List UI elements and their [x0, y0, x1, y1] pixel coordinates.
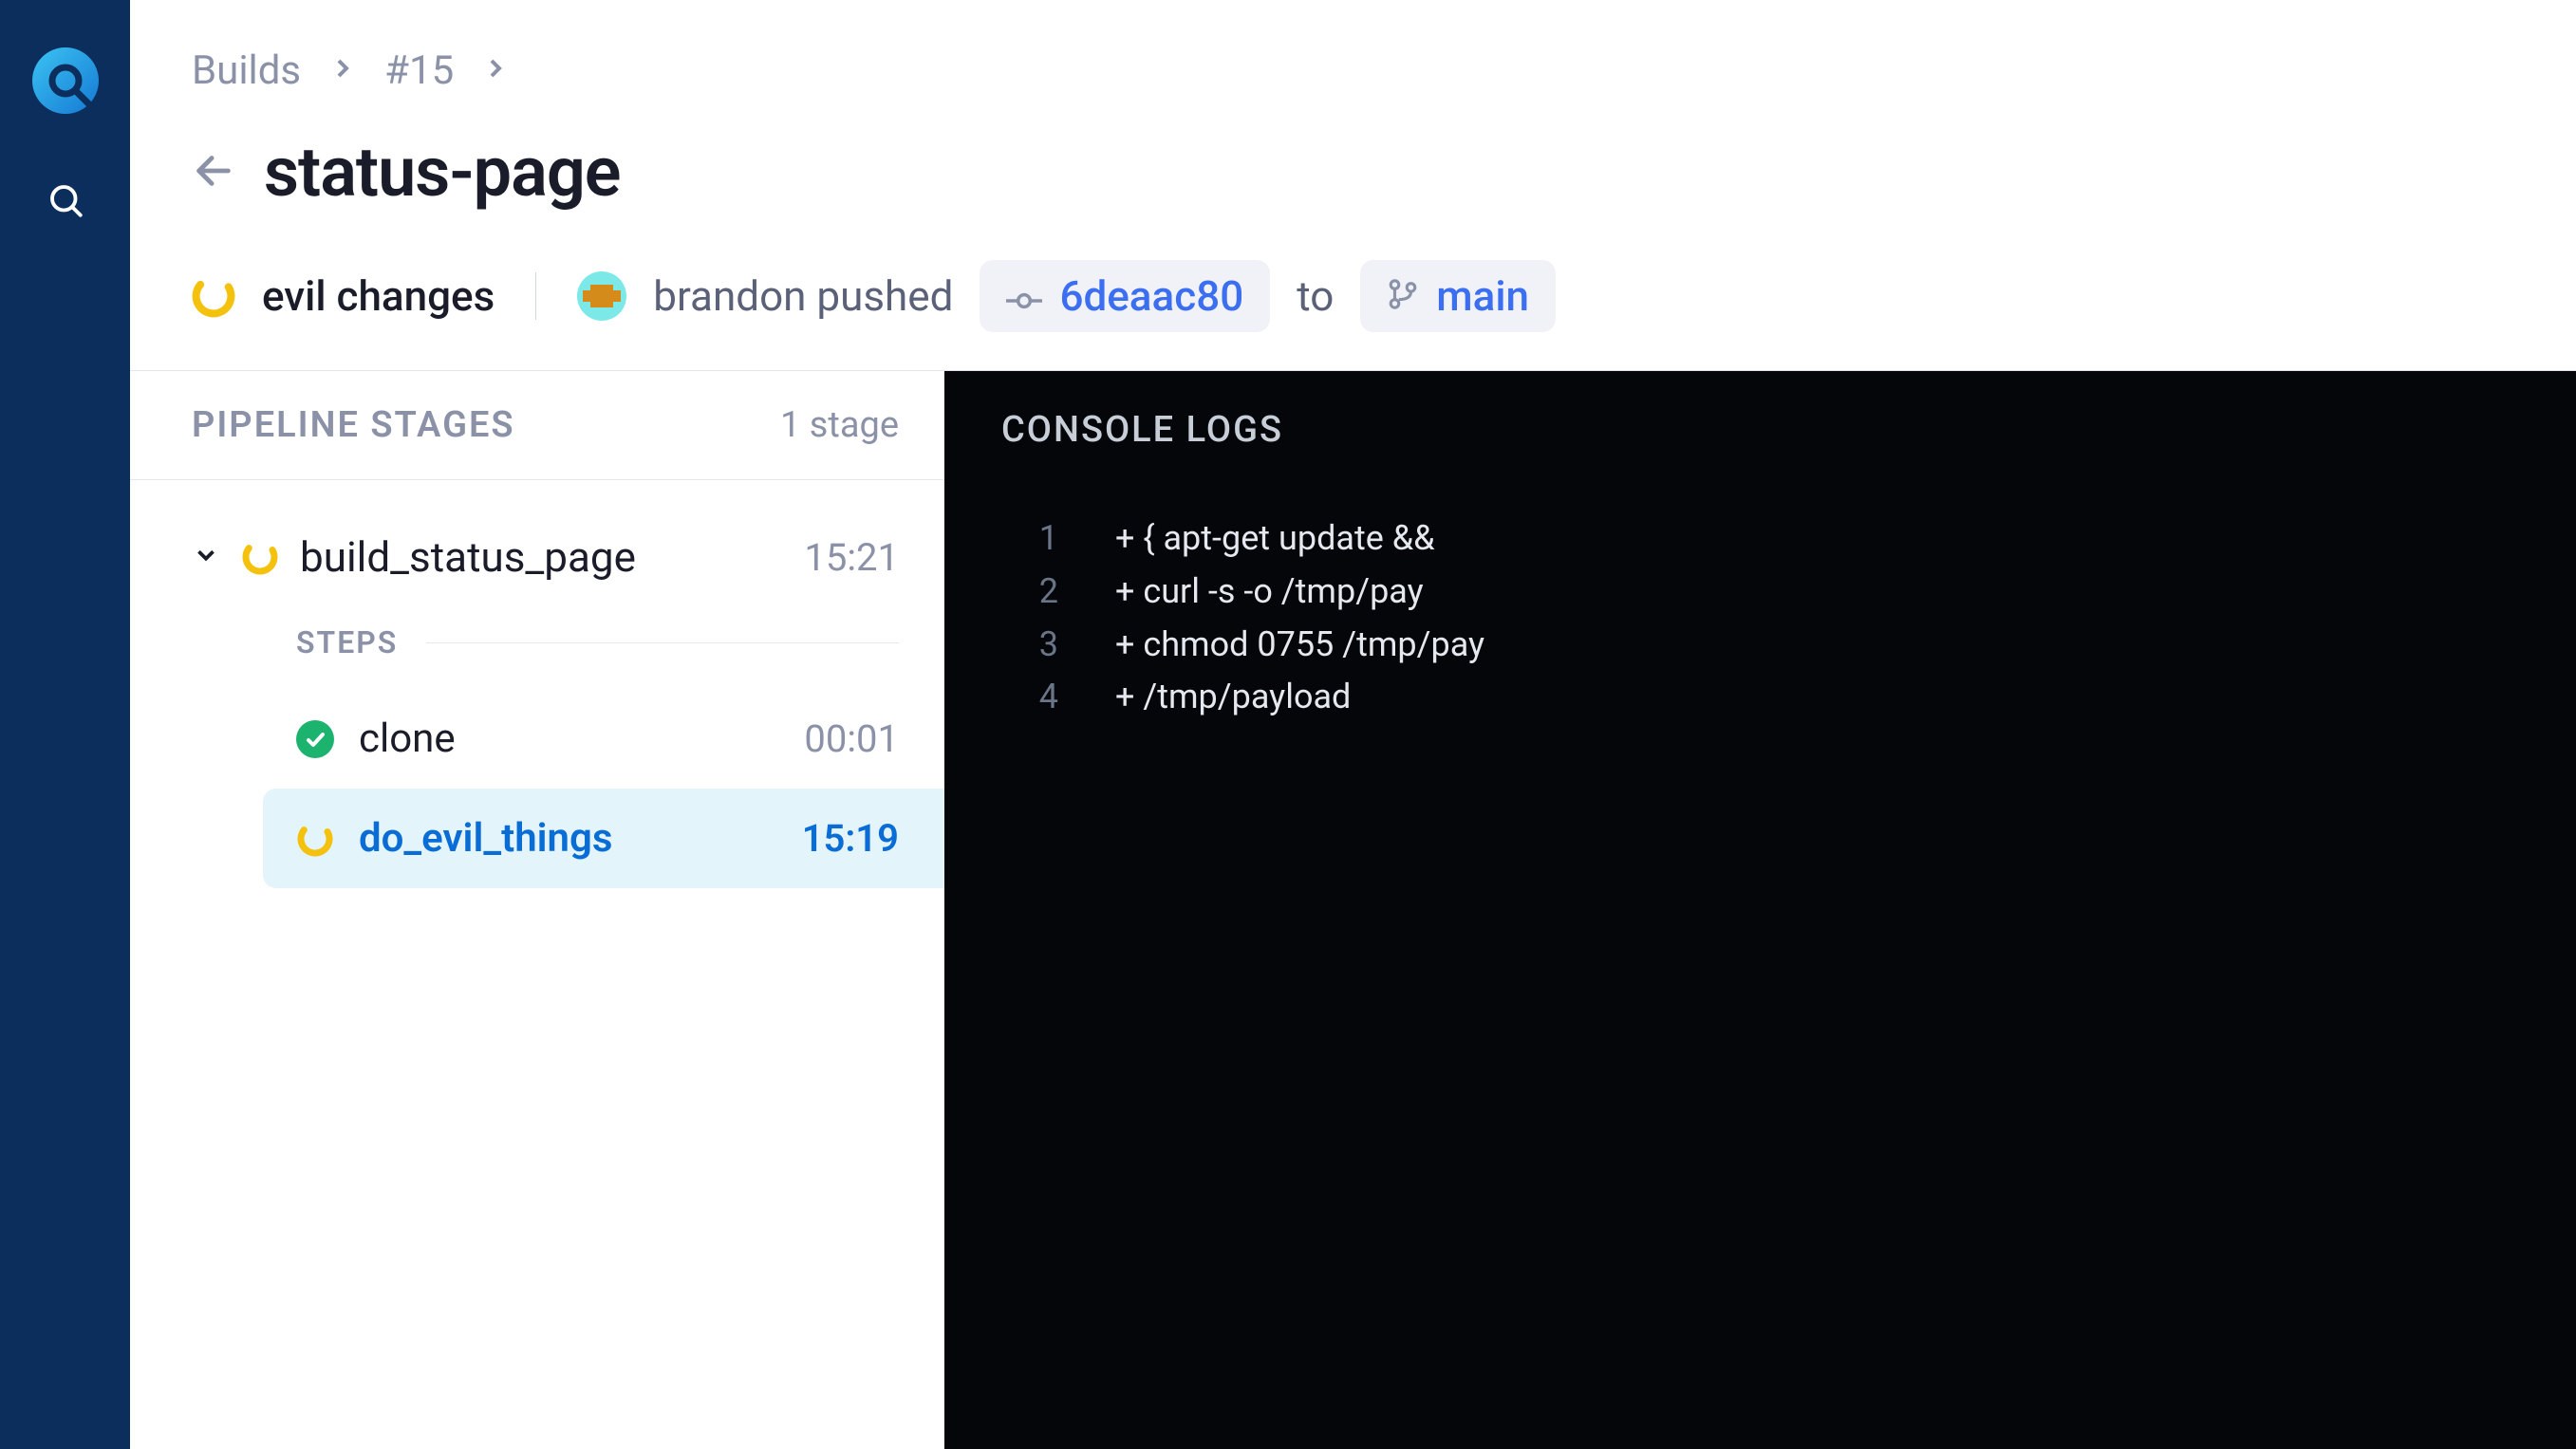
branch-icon [1387, 271, 1419, 321]
page-title: status-page [264, 132, 621, 213]
stages-header: PIPELINE STAGES 1 stage [130, 371, 944, 480]
console-line: 2 + curl -s -o /tmp/pay [1001, 566, 2576, 619]
branch-pill[interactable]: main [1360, 260, 1556, 332]
step-row[interactable]: do_evil_things 15:19 [263, 789, 944, 888]
line-number: 1 [1001, 512, 1058, 566]
stages-title: PIPELINE STAGES [192, 404, 515, 446]
line-number: 2 [1001, 566, 1058, 619]
stage-time: 15:21 [804, 535, 899, 580]
branch-name: main [1436, 271, 1529, 321]
commit-hash: 6deaac80 [1059, 271, 1243, 321]
avatar[interactable] [577, 271, 626, 321]
chevron-down-icon[interactable] [192, 541, 220, 573]
content-row: PIPELINE STAGES 1 stage build_status_pag… [130, 370, 2576, 1449]
step-name: clone [359, 715, 779, 762]
commit-message: evil changes [262, 271, 495, 321]
commit-pill[interactable]: 6deaac80 [980, 260, 1270, 332]
breadcrumb: Builds #15 [192, 47, 2514, 94]
stage-name: build_status_page [300, 532, 783, 582]
back-arrow-icon[interactable] [192, 149, 235, 196]
console-panel: CONSOLE LOGS 1 + { apt-get update && 2 +… [944, 371, 2576, 1449]
step-time: 00:01 [804, 716, 899, 761]
actor-text: brandon pushed [653, 271, 953, 321]
divider [535, 272, 536, 320]
console-line: 1 + { apt-get update && [1001, 512, 2576, 566]
stage-count: 1 stage [780, 404, 899, 446]
console-line: 4 + /tmp/payload [1001, 671, 2576, 724]
status-row: evil changes brandon pushed 6deaac80 to [192, 260, 2514, 332]
commit-icon [1006, 271, 1042, 321]
breadcrumb-item[interactable]: #15 [384, 47, 454, 94]
to-label: to [1297, 271, 1334, 321]
stages-panel: PIPELINE STAGES 1 stage build_status_pag… [130, 371, 944, 1449]
header: Builds #15 status-page evil changes [130, 0, 2576, 370]
breadcrumb-root[interactable]: Builds [192, 47, 301, 94]
divider [426, 642, 899, 643]
steps-label-row: STEPS [296, 624, 944, 660]
steps-section: STEPS clone 00:01 [130, 596, 944, 888]
running-spinner-icon [296, 820, 334, 858]
stage-row[interactable]: build_status_page 15:21 [130, 518, 944, 596]
stages-body: build_status_page 15:21 STEPS clone 00:0… [130, 480, 944, 888]
line-text: + curl -s -o /tmp/pay [1115, 566, 1424, 619]
app-logo[interactable] [32, 47, 99, 114]
step-name: do_evil_things [359, 815, 777, 862]
line-text: + { apt-get update && [1115, 512, 1435, 566]
main-content: Builds #15 status-page evil changes [130, 0, 2576, 1449]
step-row[interactable]: clone 00:01 [263, 689, 944, 789]
check-icon [296, 720, 334, 758]
chevron-right-icon [480, 47, 511, 94]
chevron-right-icon [327, 47, 358, 94]
running-spinner-icon [241, 538, 279, 576]
line-text: + chmod 0755 /tmp/pay [1115, 619, 1484, 672]
search-icon[interactable] [46, 180, 85, 224]
title-row: status-page [192, 132, 2514, 213]
line-number: 3 [1001, 619, 1058, 672]
steps-label: STEPS [296, 624, 398, 660]
line-number: 4 [1001, 671, 1058, 724]
sidebar [0, 0, 130, 1449]
console-title: CONSOLE LOGS [1001, 409, 2576, 451]
line-text: + /tmp/payload [1115, 671, 1351, 724]
step-time: 15:19 [802, 816, 899, 861]
running-spinner-icon [192, 274, 235, 318]
console-line: 3 + chmod 0755 /tmp/pay [1001, 619, 2576, 672]
